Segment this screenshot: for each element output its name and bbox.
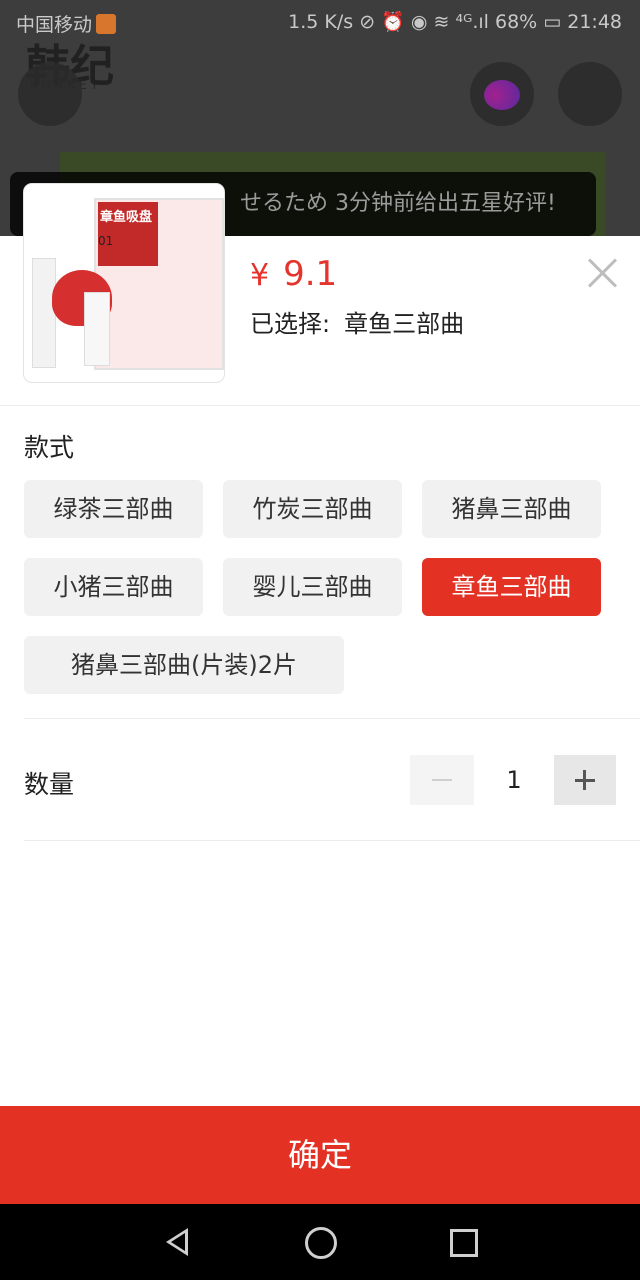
selected-label: 已选择: xyxy=(250,310,331,338)
share-button[interactable] xyxy=(558,62,622,126)
nav-home-icon[interactable] xyxy=(305,1227,337,1259)
marquee-text: せるため 3分钟前给出五星好评! xyxy=(240,191,556,216)
package-number: 01 xyxy=(98,234,114,248)
divider xyxy=(24,840,640,841)
product-price: ¥9.1 xyxy=(250,254,337,294)
confirm-button[interactable]: 确定 xyxy=(0,1106,640,1204)
nav-recents-icon[interactable] xyxy=(450,1229,478,1257)
style-option-green-tea[interactable]: 绿茶三部曲 xyxy=(24,480,203,538)
back-button[interactable] xyxy=(18,62,82,126)
divider xyxy=(24,718,640,719)
carrier-label: 中国移动 xyxy=(16,14,93,36)
style-option-piglet[interactable]: 小猪三部曲 xyxy=(24,558,203,616)
status-bar: 中国移动 1.5 K/s ⊘ ⏰ ◉ ≋ ⁴ᴳ.ıl 68% ▭ 21:48 xyxy=(0,0,640,44)
heart-icon xyxy=(484,80,520,110)
status-indicators: 1.5 K/s ⊘ ⏰ ◉ ≋ ⁴ᴳ.ıl 68% ▭ 21:48 xyxy=(288,11,622,33)
style-section-title: 款式 xyxy=(24,433,75,462)
divider xyxy=(0,405,640,406)
style-option-baby[interactable]: 婴儿三部曲 xyxy=(223,558,402,616)
close-icon[interactable] xyxy=(586,256,620,290)
quantity-increase-button[interactable] xyxy=(554,755,616,805)
style-option-bamboo-charcoal[interactable]: 竹炭三部曲 xyxy=(223,480,402,538)
price-value: 9.1 xyxy=(283,254,338,294)
quantity-value[interactable]: 1 xyxy=(474,755,554,805)
video-app-icon xyxy=(96,14,117,34)
bottle-image xyxy=(32,258,56,368)
style-option-octopus[interactable]: 章鱼三部曲 xyxy=(422,558,601,616)
product-thumbnail: 章鱼吸盘 01 xyxy=(24,184,224,382)
quantity-label: 数量 xyxy=(24,770,75,799)
bottle-image xyxy=(84,292,110,366)
selected-summary: 已选择: 章鱼三部曲 xyxy=(250,304,464,339)
style-option-pig-nose[interactable]: 猪鼻三部曲 xyxy=(422,480,601,538)
selected-value: 章鱼三部曲 xyxy=(344,310,465,338)
style-option-pig-nose-sheet[interactable]: 猪鼻三部曲(片装)2片 xyxy=(24,636,344,694)
quantity-decrease-button[interactable] xyxy=(410,755,474,805)
package-title: 章鱼吸盘 xyxy=(100,210,153,225)
currency-symbol: ¥ xyxy=(250,258,270,293)
nav-back-icon-inner xyxy=(171,1233,185,1251)
